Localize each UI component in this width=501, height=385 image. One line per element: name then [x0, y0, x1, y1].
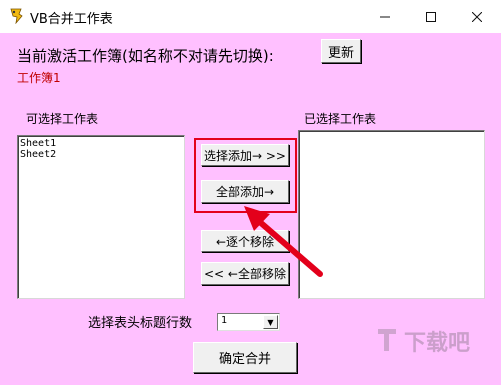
list-item[interactable]: Sheet2 — [18, 149, 184, 160]
header-rows-value: 1 — [221, 315, 228, 326]
watermark-text: 下载吧 — [404, 331, 471, 356]
chevron-down-icon[interactable]: ▼ — [263, 315, 278, 329]
minimize-icon — [380, 16, 390, 17]
form-body: 当前激活工作簿(如名称不对请先切换): 更新 工作簿1 可选择工作表 Sheet… — [0, 33, 501, 385]
maximize-button[interactable] — [408, 0, 454, 33]
available-sheets-list[interactable]: Sheet1 Sheet2 — [17, 135, 185, 299]
available-sheets-label: 可选择工作表 — [26, 112, 99, 126]
close-button[interactable] — [454, 0, 500, 33]
header-rows-select[interactable]: 1 ▼ — [217, 313, 280, 331]
title-bar: VB合并工作表 — [0, 0, 501, 33]
maximize-icon — [426, 11, 436, 22]
selected-sheets-label: 已选择工作表 — [304, 112, 377, 126]
add-selected-button[interactable]: 选择添加→ >> — [201, 144, 289, 166]
confirm-merge-button[interactable]: 确定合并 — [193, 342, 297, 373]
minimize-button[interactable] — [362, 0, 408, 33]
watermark-logo: 下载吧 — [372, 321, 500, 383]
workbook-prompt: 当前激活工作簿(如名称不对请先切换): — [17, 47, 274, 65]
list-item[interactable]: Sheet1 — [18, 138, 184, 149]
refresh-button[interactable]: 更新 — [321, 39, 361, 63]
close-icon — [472, 11, 482, 22]
download-logo-icon — [378, 329, 396, 351]
workbook-name: 工作簿1 — [17, 71, 61, 85]
app-icon — [10, 8, 23, 24]
pointer-arrow-icon — [244, 206, 323, 277]
window-title: VB合并工作表 — [30, 12, 113, 27]
header-rows-label: 选择表头标题行数 — [88, 316, 193, 331]
